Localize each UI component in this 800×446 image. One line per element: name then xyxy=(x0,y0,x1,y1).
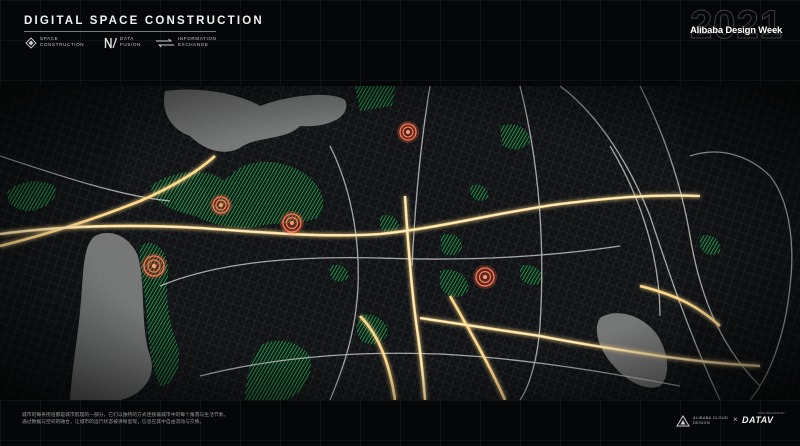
triangle-logo-icon xyxy=(676,415,690,427)
brand-name: Alibaba Design Week xyxy=(690,25,783,36)
tag-label-line2: EXCHANGE xyxy=(178,41,209,47)
partner-left-line2: DESIGN xyxy=(693,421,710,425)
map-vignette xyxy=(0,86,800,400)
header: DIGITAL SPACE CONSTRUCTION SPACE CONSTRU… xyxy=(0,0,800,86)
description-line: 城市的每条街道都是城市肌理的一部分，它们以独特的方式连接着城市中的每个角落与生活… xyxy=(22,413,229,418)
city-map[interactable] xyxy=(0,85,800,401)
data-fusion-icon xyxy=(104,37,118,49)
footer: 城市的每条街道都是城市肌理的一部分，它们以独特的方式连接着城市中的每个角落与生活… xyxy=(0,400,800,446)
partner-separator: × xyxy=(733,415,738,424)
partner-logos: ALIBABA CLOUD DESIGN × DATA VISUALIZATIO… xyxy=(676,412,786,430)
tag-label-line2: FUSION xyxy=(120,41,141,47)
tag-label-line2: CONSTRUCTION xyxy=(40,41,85,47)
partner-right-logo: DATAV xyxy=(742,415,774,425)
tag-label-line1: INFORMATION xyxy=(178,36,217,41)
exchange-arrows-icon xyxy=(156,38,174,48)
city-map-canvas xyxy=(0,85,800,401)
page-title: DIGITAL SPACE CONSTRUCTION xyxy=(24,15,264,27)
footer-description: 城市的每条街道都是城市肌理的一部分，它们以独特的方式连接着城市中的每个角落与生活… xyxy=(22,412,362,426)
title-divider xyxy=(24,31,216,32)
description-line: 通过数据与空间的融合，让城市的运行状态被清晰呈现，信息在其中自由流动与交换。 xyxy=(22,420,205,425)
diamond-icon xyxy=(25,37,37,49)
